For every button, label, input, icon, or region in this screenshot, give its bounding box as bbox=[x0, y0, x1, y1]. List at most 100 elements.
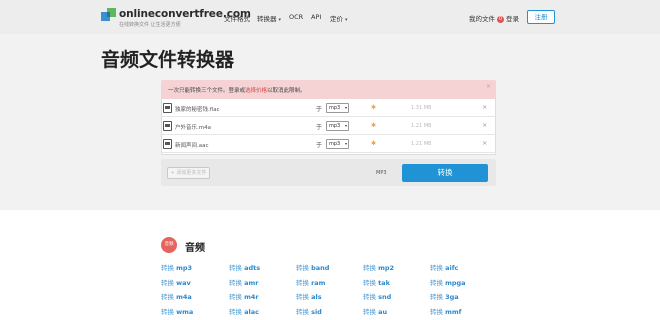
convert-link-aifc[interactable]: 转换 aifc bbox=[430, 262, 458, 272]
link-prefix: 转换 bbox=[161, 279, 177, 287]
link-format: sid bbox=[311, 308, 322, 316]
link-prefix: 转换 bbox=[161, 308, 177, 316]
convert-link-band[interactable]: 转换 band bbox=[296, 262, 329, 272]
nav-converters[interactable]: 转换器 ▾ bbox=[257, 13, 281, 23]
file-count-badge: 0 bbox=[497, 15, 504, 23]
target-format-select[interactable]: MP3 bbox=[376, 170, 387, 176]
convert-link-als[interactable]: 转换 als bbox=[296, 291, 322, 301]
section-title: 音频 bbox=[185, 243, 205, 254]
link-prefix: 转换 bbox=[363, 308, 379, 316]
notice-close-icon[interactable]: × bbox=[486, 83, 491, 90]
convert-link-sid[interactable]: 转换 sid bbox=[296, 306, 322, 316]
to-label: 于 bbox=[316, 106, 323, 113]
link-format: amr bbox=[244, 279, 259, 287]
convert-link-alac[interactable]: 转换 alac bbox=[229, 306, 259, 316]
link-prefix: 转换 bbox=[363, 264, 379, 272]
link-prefix: 转换 bbox=[296, 308, 312, 316]
chevron-down-icon: ▾ bbox=[278, 17, 282, 23]
convert-link-m4a[interactable]: 转换 m4a bbox=[161, 291, 192, 301]
link-format: m4a bbox=[176, 293, 192, 301]
format-select[interactable]: mp3 ▾ bbox=[326, 121, 349, 131]
chevron-down-icon: ▾ bbox=[344, 105, 347, 110]
convert-link-m4r[interactable]: 转换 m4r bbox=[229, 291, 259, 301]
convert-button[interactable]: 转换 bbox=[402, 164, 488, 182]
file-size: 1.31 MB bbox=[411, 105, 432, 111]
convert-link-au[interactable]: 转换 au bbox=[363, 306, 387, 316]
notice-text: 一次只能转换三个文件。登录或选择价格以取消此限制。 bbox=[168, 88, 306, 94]
file-icon bbox=[163, 121, 172, 131]
to-label: 于 bbox=[316, 142, 323, 149]
link-format: ram bbox=[311, 279, 326, 287]
link-format: adts bbox=[244, 264, 261, 272]
convert-link-amr[interactable]: 转换 amr bbox=[229, 277, 258, 287]
link-prefix: 转换 bbox=[430, 308, 446, 316]
remove-file-icon[interactable]: × bbox=[482, 103, 487, 111]
file-size: 1.21 MB bbox=[411, 141, 432, 147]
convert-link-mmf[interactable]: 转换 mmf bbox=[430, 306, 461, 316]
convert-link-3ga[interactable]: 转换 3ga bbox=[430, 291, 459, 301]
nav-file-formats[interactable]: 文件格式 bbox=[224, 13, 250, 23]
remove-file-icon[interactable]: × bbox=[482, 139, 487, 147]
link-format: als bbox=[311, 293, 322, 301]
logo-subtitle: 在线转换文件 让生活更方便 bbox=[119, 22, 181, 28]
link-format: aifc bbox=[445, 264, 459, 272]
link-prefix: 转换 bbox=[229, 308, 245, 316]
file-icon bbox=[163, 103, 172, 113]
audio-category-icon: 音频 bbox=[161, 237, 177, 253]
register-button[interactable]: 注册 bbox=[527, 10, 555, 24]
login-link[interactable]: 登录 bbox=[506, 13, 519, 23]
file-size: 1.21 MB bbox=[411, 123, 432, 129]
format-select[interactable]: mp3 ▾ bbox=[326, 103, 349, 113]
link-prefix: 转换 bbox=[296, 279, 312, 287]
chevron-down-icon: ▾ bbox=[344, 123, 347, 128]
link-format: alac bbox=[244, 308, 259, 316]
remove-file-icon[interactable]: × bbox=[482, 121, 487, 129]
link-format: m4r bbox=[244, 293, 259, 301]
chevron-down-icon: ▾ bbox=[344, 141, 347, 146]
settings-gear-icon[interactable]: ✱ bbox=[371, 122, 376, 129]
convert-link-ram[interactable]: 转换 ram bbox=[296, 277, 325, 287]
link-prefix: 转换 bbox=[161, 293, 177, 301]
file-icon bbox=[163, 139, 172, 149]
pricing-link[interactable]: 选择价格 bbox=[245, 88, 267, 94]
nav-ocr[interactable]: OCR bbox=[289, 13, 303, 21]
link-format: snd bbox=[378, 293, 392, 301]
convert-link-mp3[interactable]: 转换 mp3 bbox=[161, 262, 192, 272]
convert-link-snd[interactable]: 转换 snd bbox=[363, 291, 391, 301]
nav-api[interactable]: API bbox=[311, 13, 321, 21]
link-format: mmf bbox=[445, 308, 462, 316]
nav-pricing[interactable]: 定价 ▾ bbox=[330, 13, 348, 23]
convert-link-adts[interactable]: 转换 adts bbox=[229, 262, 260, 272]
file-name: 新闻声间.aac bbox=[175, 143, 209, 149]
link-format: wav bbox=[176, 279, 191, 287]
link-prefix: 转换 bbox=[229, 279, 245, 287]
page-title: 音频文件转换器 bbox=[101, 49, 235, 71]
link-prefix: 转换 bbox=[296, 293, 312, 301]
link-prefix: 转换 bbox=[296, 264, 312, 272]
logo-icon[interactable] bbox=[101, 8, 117, 24]
to-label: 于 bbox=[316, 124, 323, 131]
link-format: tak bbox=[378, 279, 390, 287]
file-name: 独家的秘密钱.flac bbox=[175, 107, 220, 113]
chevron-down-icon: ▾ bbox=[345, 17, 348, 23]
link-prefix: 转换 bbox=[363, 279, 379, 287]
add-more-files-button[interactable]: + 添加更多文件 bbox=[167, 167, 210, 179]
convert-link-mpga[interactable]: 转换 mpga bbox=[430, 277, 466, 287]
link-prefix: 转换 bbox=[363, 293, 379, 301]
link-format: wma bbox=[176, 308, 194, 316]
format-select[interactable]: mp3 ▾ bbox=[326, 139, 349, 149]
link-prefix: 转换 bbox=[229, 293, 245, 301]
settings-gear-icon[interactable]: ✱ bbox=[371, 104, 376, 111]
link-format: band bbox=[311, 264, 330, 272]
settings-gear-icon[interactable]: ✱ bbox=[371, 140, 376, 147]
link-format: mpga bbox=[445, 279, 466, 287]
convert-link-wma[interactable]: 转换 wma bbox=[161, 306, 193, 316]
convert-link-mp2[interactable]: 转换 mp2 bbox=[363, 262, 394, 272]
link-format: 3ga bbox=[445, 293, 459, 301]
link-format: au bbox=[378, 308, 388, 316]
convert-link-tak[interactable]: 转换 tak bbox=[363, 277, 390, 287]
file-name: 户外音乐.m4a bbox=[175, 125, 211, 131]
convert-link-wav[interactable]: 转换 wav bbox=[161, 277, 191, 287]
my-files-link[interactable]: 我的文件 0 bbox=[469, 13, 504, 23]
link-prefix: 转换 bbox=[229, 264, 245, 272]
